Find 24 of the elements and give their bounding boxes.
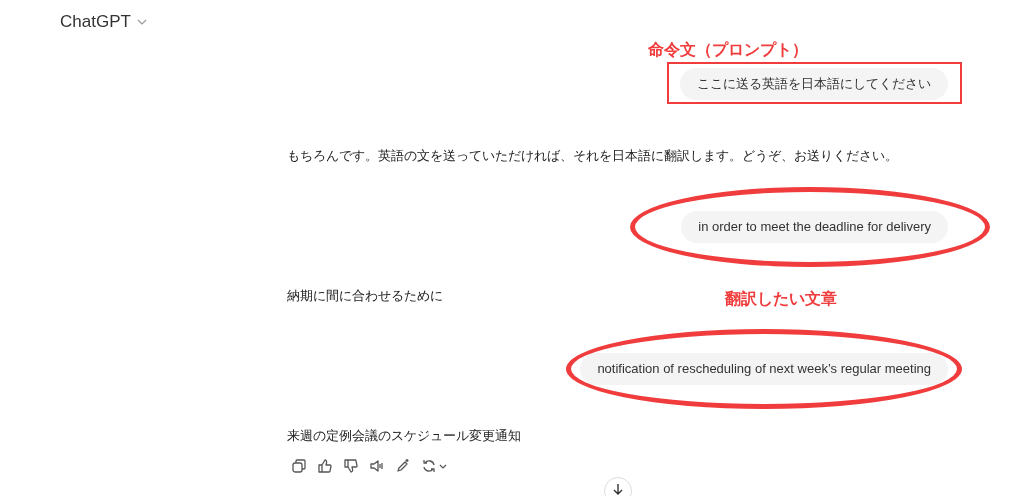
copy-icon bbox=[291, 458, 307, 474]
thumbs-down-button[interactable] bbox=[343, 458, 359, 474]
annotation-label: 翻訳したい文章 bbox=[725, 288, 837, 310]
thumbs-up-button[interactable] bbox=[317, 458, 333, 474]
refresh-icon bbox=[421, 458, 437, 474]
speaker-button[interactable] bbox=[369, 458, 385, 474]
caret-icon bbox=[439, 463, 447, 469]
annotation-label: 命令文（プロンプト） bbox=[648, 39, 808, 61]
refresh-button[interactable] bbox=[421, 458, 447, 474]
user-message-bubble: ここに送る英語を日本語にしてください bbox=[680, 68, 948, 100]
thumbs-down-icon bbox=[343, 458, 359, 474]
user-message-bubble: in order to meet the deadline for delivery bbox=[681, 211, 948, 243]
chevron-down-icon[interactable] bbox=[136, 19, 147, 25]
copy-button[interactable] bbox=[291, 458, 307, 474]
arrow-down-icon bbox=[613, 483, 623, 495]
user-message-bubble: notification of rescheduling of next week’s regular meeting bbox=[580, 353, 948, 385]
pen-icon bbox=[395, 458, 411, 474]
assistant-message: 納期に間に合わせるために bbox=[287, 287, 443, 305]
speaker-icon bbox=[369, 458, 385, 474]
pen-button[interactable] bbox=[395, 458, 411, 474]
assistant-message: 来週の定例会議のスケジュール変更通知 bbox=[287, 427, 521, 445]
assistant-message: もちろんです。英語の文を送っていただければ、それを日本語に翻訳します。どうぞ、お送りください。 bbox=[287, 147, 898, 165]
app-title[interactable]: ChatGPT bbox=[60, 9, 131, 35]
thumbs-up-icon bbox=[317, 458, 333, 474]
